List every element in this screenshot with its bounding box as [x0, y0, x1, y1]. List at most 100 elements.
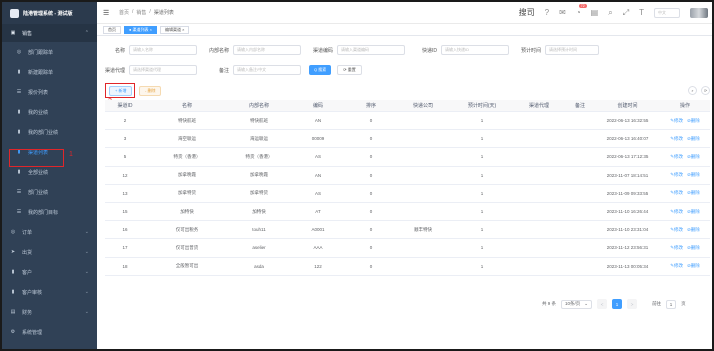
goto-page-input[interactable]: 1 — [666, 299, 677, 309]
sidebar-item-label: 订单 — [22, 229, 33, 236]
page-size-value: 10条/页 — [565, 301, 581, 306]
tab-home[interactable]: 首页 — [103, 25, 121, 34]
sidebar-item-new-tracking[interactable]: ▮ 新建跟踪单 — [2, 62, 97, 82]
table-cell: AAA — [313, 245, 323, 251]
edit-button[interactable]: ✎修改 — [670, 245, 683, 251]
edit-button[interactable]: ✎修改 — [670, 172, 683, 178]
eta-input[interactable]: 请选择预计时间 — [545, 45, 599, 55]
search-button[interactable]: Q 搜索 — [309, 65, 332, 75]
remark-input[interactable]: 请输入备注/中文 — [233, 65, 301, 75]
sidebar-item-system[interactable]: ⚙ 系统管理 — [2, 322, 97, 342]
goto-label: 前往 — [652, 301, 662, 306]
row-delete-button[interactable]: ⊘删除 — [687, 136, 700, 142]
edit-button[interactable]: ✎修改 — [670, 136, 683, 142]
avatar[interactable] — [690, 7, 708, 18]
row-delete-button[interactable]: ⊘删除 — [687, 190, 700, 196]
code-input[interactable]: 请输入渠道编码 — [337, 45, 405, 55]
sidebar-item-quotes[interactable]: ☰ 报价列表 — [2, 82, 97, 102]
edit-button[interactable]: ✎修改 — [670, 190, 683, 196]
table-cell: 1 — [480, 136, 484, 142]
sidebar-item-orders[interactable]: ◎ 订单 ⌄ — [2, 222, 97, 242]
table-cell: 仅可出普货 — [175, 244, 199, 250]
table-cell: 顺丰特快 — [414, 226, 432, 232]
search-toggle-icon[interactable]: ⌕ — [688, 86, 697, 95]
table-cell: 0 — [369, 227, 373, 233]
tab-channel-list[interactable]: ● 渠道列表 × — [124, 25, 157, 34]
table-cell: 18 — [122, 263, 128, 269]
sidebar-item-label: 财务 — [22, 309, 33, 316]
refresh-icon[interactable]: ⟳ — [701, 86, 710, 95]
table-cell: 16 — [122, 227, 128, 233]
document-icon[interactable]: ▤ — [591, 8, 599, 17]
table-row: 15 加特快 加特快 AT 0 1 2023-11-10 16:26:44 ✎修改 ⊘删除 — [105, 203, 710, 222]
table-cell: 0 — [369, 118, 373, 124]
sidebar-item-customers[interactable]: ▮ 客户 ⌄ — [2, 262, 97, 282]
row-actions: ✎修改 ⊘删除 — [660, 263, 710, 269]
table-cell: AT — [315, 209, 321, 215]
row-delete-button[interactable]: ⊘删除 — [687, 118, 700, 124]
font-size-icon[interactable]: T — [639, 8, 644, 17]
bell-icon[interactable]: ◔ 72 — [576, 4, 587, 17]
sidebar-item-customer-review[interactable]: ▮ 客户审核 ⌄ — [2, 282, 97, 302]
bar-chart-icon: ▮ — [17, 129, 21, 135]
list-icon: ☰ — [16, 189, 22, 195]
bar-chart-icon: ▮ — [11, 269, 15, 275]
sidebar-item-my-dept-target[interactable]: ☰ 我的部门目标 — [2, 202, 97, 222]
courier-id-input[interactable]: 请输入快递ID — [441, 45, 509, 55]
edit-button[interactable]: ✎修改 — [670, 209, 683, 215]
table-cell: 加拿晚霞 — [250, 172, 268, 178]
col-header: 内部名称 — [248, 103, 269, 109]
header-actions: 搜司 ? ✉ ◔ 72 ▤ ⌕ ⤢ T 中文 — [519, 4, 708, 18]
chevron-up-icon: ⌃ — [84, 30, 89, 36]
agent-select[interactable]: 请选择渠道代理 — [129, 65, 197, 75]
page-button-current[interactable]: 1 — [612, 299, 623, 309]
language-select[interactable]: 中文 — [654, 7, 680, 18]
sidebar-item-dept-tracking[interactable]: ◎ 部门跟踪单 — [2, 42, 97, 62]
search-icon[interactable]: ⌕ — [608, 8, 612, 18]
filter-row-1: 名称 请输入名称 内部名称 请输入内部名称 渠道编码 请输入渠道编码 快递ID … — [97, 44, 599, 56]
row-delete-button[interactable]: ⊘删除 — [687, 154, 700, 160]
edit-button[interactable]: ✎修改 — [670, 118, 683, 124]
help-icon[interactable]: ? — [545, 8, 549, 17]
tab-edit-channel[interactable]: 编辑渠道 × — [159, 25, 190, 34]
sidebar-item-my-performance[interactable]: ▮ 我的业绩 — [2, 102, 97, 122]
chevron-down-icon: ⌄ — [584, 301, 589, 306]
list-icon: ☰ — [16, 209, 22, 215]
table-cell: 5 — [123, 154, 127, 160]
row-delete-button[interactable]: ⊘删除 — [687, 245, 700, 251]
breadcrumb-sales[interactable]: 销售 — [136, 9, 146, 16]
table-row: 13 加拿特货 加拿特货 AS 0 1 2023-11-09 09:33:55 ✎修改 ⊘删除 — [105, 185, 710, 203]
internal-name-input[interactable]: 请输入内部名称 — [233, 45, 301, 55]
next-page-button[interactable]: > — [627, 299, 638, 309]
row-delete-button[interactable]: ⊘删除 — [687, 172, 700, 178]
app-logo[interactable]: 陆港管理系统 - 测试版 — [2, 2, 97, 24]
row-delete-button[interactable]: ⊘删除 — [687, 263, 700, 269]
table-cell: aselier — [252, 245, 266, 251]
name-input[interactable]: 请输入名称 — [129, 45, 197, 55]
filter-label-agent: 渠道代理 — [104, 67, 125, 74]
sidebar-item-label: 全部业绩 — [28, 169, 49, 176]
fullscreen-icon[interactable]: ⤢ — [623, 8, 629, 18]
send-icon: ➤ — [10, 249, 16, 255]
hamburger-icon[interactable]: ☰ — [103, 9, 111, 17]
sidebar-item-finance[interactable]: ▤ 财务 ⌄ — [2, 302, 97, 322]
page-size-select[interactable]: 10条/页 ⌄ — [561, 299, 593, 309]
prev-page-button[interactable]: < — [597, 299, 608, 309]
table-cell: 00009 — [311, 136, 325, 142]
sidebar-item-my-dept-performance[interactable]: ▮ 我的部门业绩 — [2, 122, 97, 142]
edit-button[interactable]: ✎修改 — [670, 154, 683, 160]
delete-button[interactable]: - 删除 — [139, 86, 162, 96]
edit-button[interactable]: ✎修改 — [670, 227, 683, 233]
breadcrumb-home[interactable]: 首页 — [119, 9, 129, 16]
header-label[interactable]: 搜司 — [519, 7, 535, 18]
row-delete-button[interactable]: ⊘删除 — [687, 227, 700, 233]
table-cell: 全般暂可出 — [175, 263, 199, 269]
reset-button[interactable]: ⟳ 重置 — [337, 65, 362, 75]
edit-button[interactable]: ✎修改 — [670, 263, 683, 269]
sidebar-group-sales[interactable]: ▣ 销售 ⌃ — [2, 24, 97, 42]
message-icon[interactable]: ✉ — [559, 8, 566, 17]
row-delete-button[interactable]: ⊘删除 — [687, 209, 700, 215]
sidebar-item-dept-performance[interactable]: ☰ 部门业绩 — [2, 182, 97, 202]
main-content: 名称 请输入名称 内部名称 请输入内部名称 渠道编码 请输入渠道编码 快递ID … — [97, 36, 712, 349]
sidebar-item-shipping[interactable]: ➤ 出货 ⌄ — [2, 242, 97, 262]
